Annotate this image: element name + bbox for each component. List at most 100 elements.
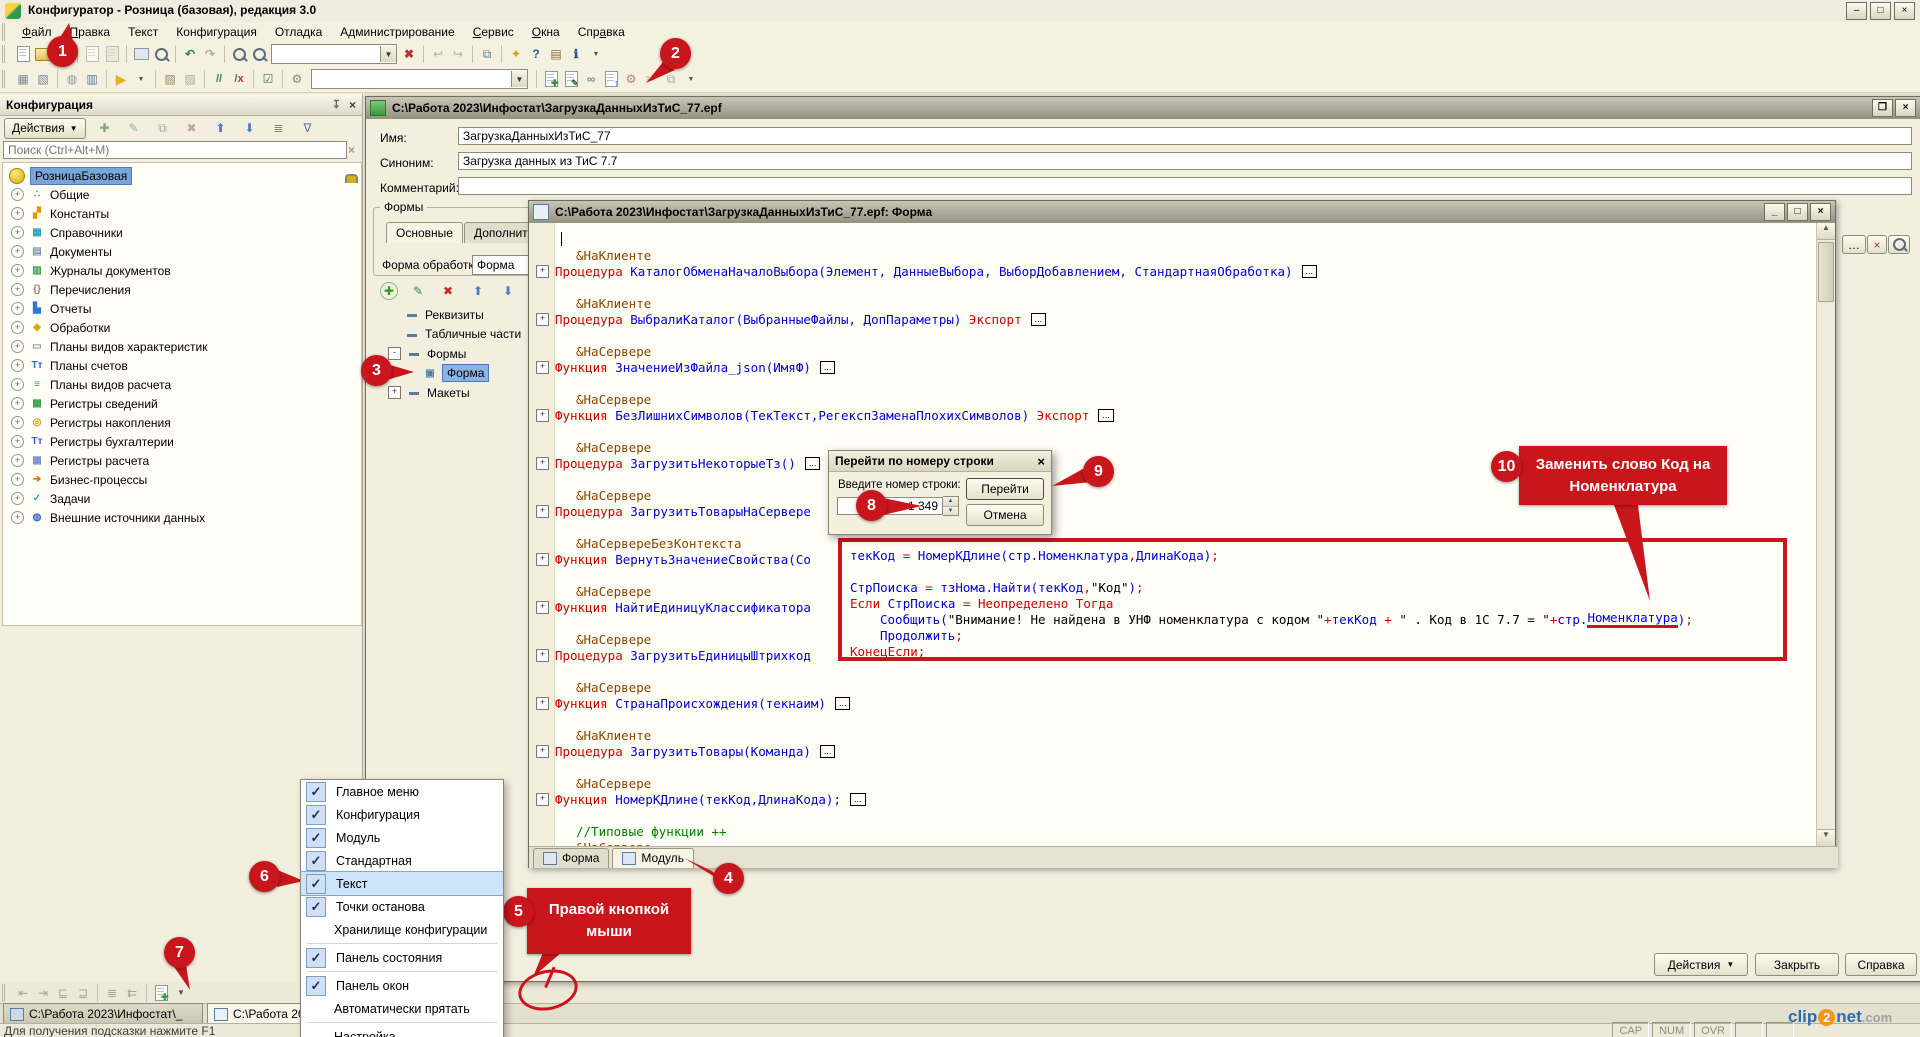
cancel-button[interactable]: Отмена	[966, 504, 1044, 526]
scroll-up-icon[interactable]: ▲	[1817, 223, 1835, 240]
clear-button[interactable]: ×	[1867, 235, 1887, 254]
run-debug-icon[interactable]: ▶	[111, 70, 131, 89]
collapsed-body-icon[interactable]: ...	[1301, 264, 1318, 278]
expand-icon[interactable]: +	[11, 416, 24, 429]
view-tab-module[interactable]: Модуль	[612, 847, 694, 868]
go-back-icon[interactable]: ↩	[428, 45, 448, 64]
new-document-icon[interactable]	[13, 45, 33, 64]
menu-item[interactable]: Сервис	[464, 23, 523, 41]
goto-button[interactable]: Перейти	[966, 478, 1044, 500]
tree-item[interactable]: + ▤ Документы	[11, 242, 112, 261]
expand-icon[interactable]: +	[11, 321, 24, 334]
forms-tree-item[interactable]: + ▬ Макеты	[388, 383, 470, 402]
code-editor[interactable]: &НаКлиенте + Процедура КаталогОбменаНачало…	[529, 223, 1816, 846]
collapsed-body-icon[interactable]: ...	[1030, 312, 1047, 326]
collapsed-body-icon[interactable]: ...	[819, 744, 836, 758]
tree-item[interactable]: + ➔ Бизнес-процессы	[11, 470, 147, 489]
search-input[interactable]	[3, 141, 347, 159]
forms-tree-item[interactable]: ▬ Реквизиты	[388, 305, 484, 324]
delete-form-icon[interactable]: ✖	[438, 281, 458, 300]
collapsed-body-icon[interactable]: ...	[850, 792, 866, 806]
scrollbar-thumb[interactable]	[1818, 242, 1834, 302]
filter-icon[interactable]: ∇	[298, 119, 318, 138]
expand-icon[interactable]: +	[11, 207, 24, 220]
expand-icon[interactable]: +	[11, 245, 24, 258]
collapsed-body-icon[interactable]: ...	[819, 360, 836, 374]
add-icon[interactable]: ✚	[541, 70, 561, 89]
footer-close-button[interactable]: Закрыть	[1755, 953, 1839, 976]
print-icon[interactable]	[131, 45, 151, 64]
taskbar-item-1[interactable]: C:\Работа 2023\Инфостат\_	[3, 1003, 203, 1025]
server-icon[interactable]: ▨	[160, 70, 180, 89]
edit-icon[interactable]: ✎	[124, 119, 144, 138]
menu-item[interactable]: Текст	[119, 23, 167, 41]
comment-icon[interactable]: //	[209, 70, 229, 89]
tree-item[interactable]: + ▞ Константы	[11, 204, 109, 223]
code-window-titlebar[interactable]: C:\Работа 2023\Инфостат\ЗагрузкаДанныхИз…	[529, 201, 1835, 223]
maximize-button[interactable]: □	[1870, 2, 1891, 20]
footer-actions-button[interactable]: Действия ▼	[1654, 953, 1748, 976]
comment-input[interactable]	[458, 177, 1912, 195]
compare-config-icon[interactable]: ▥	[82, 70, 102, 89]
forms-tree-item[interactable]: - ▬ Формы	[388, 344, 466, 363]
expand-icon[interactable]: +	[11, 454, 24, 467]
check-modules-icon[interactable]: ▧	[33, 70, 53, 89]
expand-icon[interactable]: +	[11, 378, 24, 391]
name-input[interactable]	[458, 127, 1912, 145]
context-menu-item[interactable]: Хранилище конфигурации	[301, 918, 503, 941]
epf-maximize-icon[interactable]: ❒	[1872, 99, 1893, 117]
tree-item[interactable]: +{} Перечисления	[11, 280, 131, 299]
more-buttons-icon[interactable]: ▼	[586, 45, 606, 64]
expand-icon[interactable]: +	[11, 340, 24, 353]
prev-bookmark-icon[interactable]: ⇤	[13, 983, 33, 1002]
collapsed-body-icon[interactable]: ...	[804, 456, 821, 470]
form-up-icon[interactable]: ⬆	[468, 281, 488, 300]
procedures-combobox[interactable]: ▼	[311, 69, 528, 89]
format-icon[interactable]: ▦	[13, 70, 33, 89]
context-menu-item[interactable]: ✓ Точки останова	[301, 895, 503, 918]
context-menu-item[interactable]: ✓ Модуль	[301, 826, 503, 849]
tree-item[interactable]: + ✓ Задачи	[11, 489, 90, 508]
clear-search-icon[interactable]: ×	[348, 143, 355, 157]
gear-icon[interactable]: ⚙	[621, 70, 641, 89]
synonym-input[interactable]	[458, 152, 1912, 170]
tree-item[interactable]: + ◎ Регистры накопления	[11, 413, 171, 432]
expand-icon[interactable]: +	[11, 283, 24, 296]
tree-root-item[interactable]: РозницаБазовая	[9, 166, 358, 185]
zoom-icon[interactable]	[249, 45, 269, 64]
expand-icon[interactable]: +	[11, 264, 24, 277]
paste-icon[interactable]	[102, 45, 122, 64]
code-maximize-icon[interactable]: □	[1787, 203, 1808, 221]
context-menu-item[interactable]: Настройка...	[301, 1025, 503, 1037]
mini-more-icon[interactable]: ▼	[171, 983, 191, 1002]
tree-item[interactable]: + ▦ Справочники	[11, 223, 123, 242]
tree-item[interactable]: + Тт Планы счетов	[11, 356, 128, 375]
code-minimize-icon[interactable]: _	[1764, 203, 1785, 221]
epf-window-titlebar[interactable]: C:\Работа 2023\Инфостат\ЗагрузкаДанныхИз…	[366, 97, 1920, 119]
tree-item[interactable]: + ▥ Журналы документов	[11, 261, 171, 280]
collapsed-body-icon[interactable]: ...	[1098, 408, 1114, 422]
run-options-icon[interactable]: ▼	[131, 70, 151, 89]
syntax-check-icon[interactable]: ☑	[258, 70, 278, 89]
expand-icon[interactable]: +	[11, 473, 24, 486]
scroll-down-icon[interactable]: ▼	[1817, 829, 1835, 846]
context-menu-item[interactable]: ✓ Текст	[301, 871, 503, 896]
choose-button[interactable]: …	[1842, 235, 1866, 254]
cut-icon[interactable]: ✂	[641, 70, 661, 89]
db-config-icon[interactable]: ◍	[62, 70, 82, 89]
delete-icon[interactable]: ✖	[182, 119, 202, 138]
menu-item[interactable]: Администрирование	[331, 23, 463, 41]
tree-item[interactable]: + ▦ Регистры сведений	[11, 394, 158, 413]
open-search-button[interactable]	[1888, 235, 1910, 254]
tree-item[interactable]: + ▦ Регистры расчета	[11, 451, 149, 470]
client-icon[interactable]: ▨	[180, 70, 200, 89]
add-template-icon[interactable]: ✚	[151, 983, 171, 1002]
find-icon[interactable]	[229, 45, 249, 64]
epf-close-icon[interactable]: ×	[1895, 99, 1916, 117]
tree-item[interactable]: + ≡ Планы видов расчета	[11, 375, 171, 394]
edit-icon[interactable]: ✎	[561, 70, 581, 89]
context-menu-item[interactable]: ✓ Конфигурация	[301, 803, 503, 826]
copy-icon[interactable]	[82, 45, 102, 64]
code-close-icon[interactable]: ×	[1810, 203, 1831, 221]
menu-item[interactable]: Отладка	[266, 23, 331, 41]
